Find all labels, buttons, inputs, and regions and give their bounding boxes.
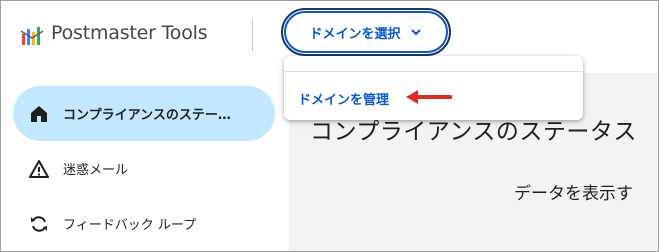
domain-dropdown-menu: ドメインを管理	[284, 56, 583, 120]
warning-icon	[29, 159, 49, 178]
data-message: データを表示す	[514, 184, 633, 204]
sidebar-item-label: コンプライアンスのステー…	[63, 108, 231, 123]
red-arrow-icon	[406, 90, 452, 104]
sidebar-item-compliance[interactable]: コンプライアンスのステー…	[13, 86, 275, 141]
sidebar-item-feedback-loop[interactable]: フィードバック ループ	[13, 196, 275, 251]
sidebar-item-label: フィードバック ループ	[63, 218, 197, 233]
sidebar-item-label: 迷惑メール	[63, 163, 129, 178]
dropdown-divider	[284, 71, 583, 72]
sync-icon	[31, 215, 47, 232]
select-domain-button[interactable]: ドメインを選択	[281, 8, 451, 56]
app-window: Postmaster Tools ドメインを選択 コンプライアンスのステータス …	[0, 0, 659, 252]
header-divider	[252, 19, 253, 51]
manage-domains-menu-item[interactable]: ドメインを管理	[298, 89, 389, 108]
app-title: Postmaster Tools	[51, 22, 208, 44]
chevron-down-icon	[410, 29, 421, 36]
sidebar-item-spam[interactable]: 迷惑メール	[13, 141, 275, 196]
postmaster-logo-icon	[20, 27, 44, 45]
home-icon	[31, 105, 47, 122]
select-domain-label: ドメインを選択	[309, 26, 401, 42]
